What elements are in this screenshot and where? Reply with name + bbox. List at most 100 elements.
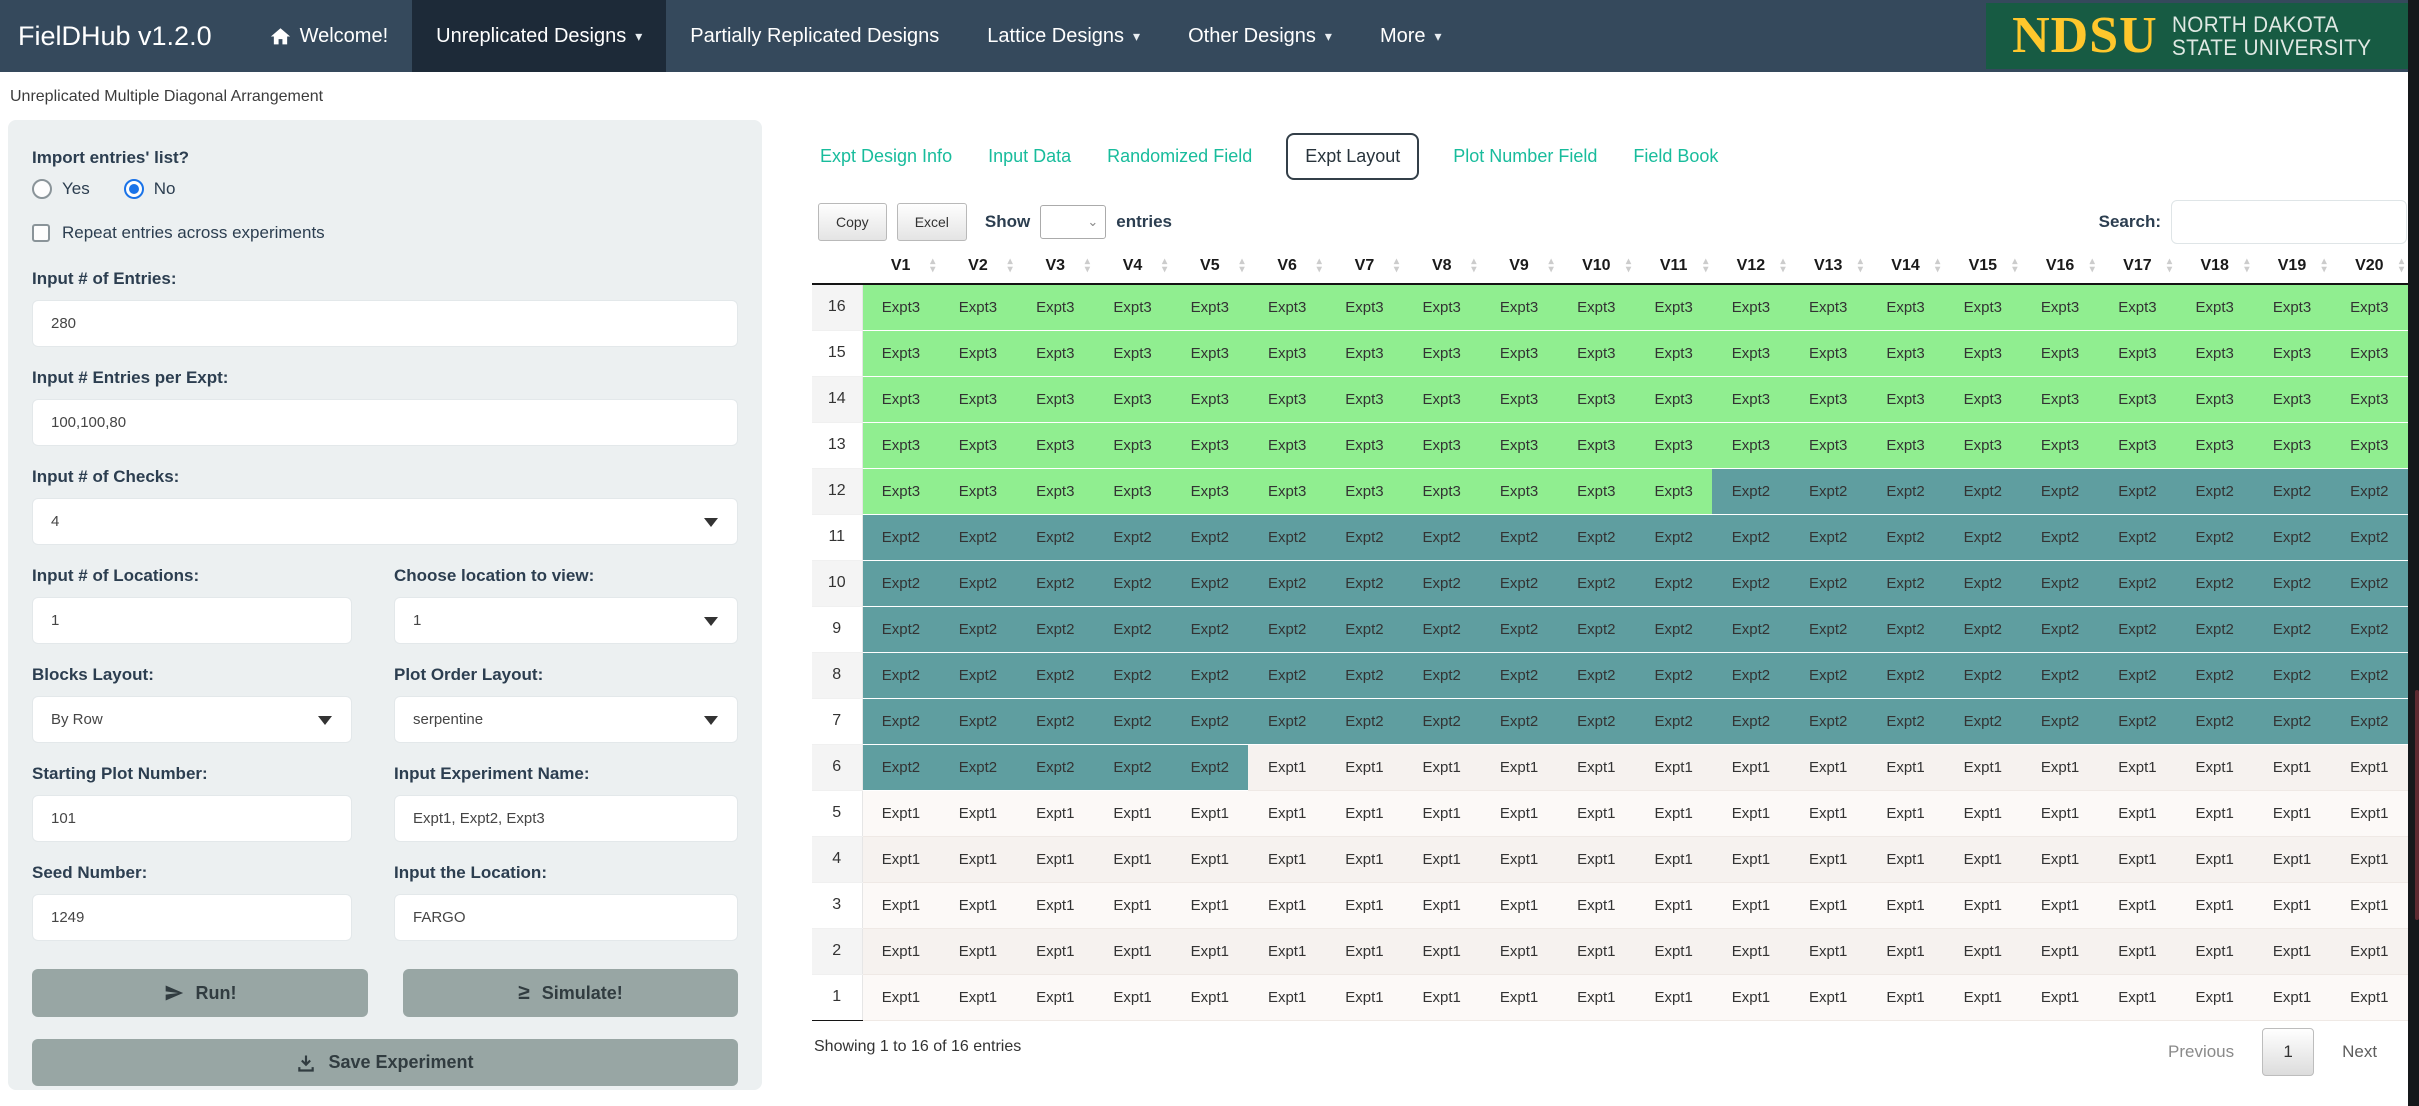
column-header-v2[interactable]: V2▴▾ [939, 248, 1016, 284]
radio-option-no[interactable]: No [124, 179, 176, 199]
plot-cell: Expt1 [1558, 836, 1635, 882]
column-header-v10[interactable]: V10▴▾ [1558, 248, 1635, 284]
plot-cell: Expt3 [1094, 330, 1171, 376]
sort-icon[interactable]: ▴▾ [930, 258, 935, 274]
sort-icon[interactable]: ▴▾ [2012, 258, 2017, 274]
nav-item-other-designs[interactable]: Other Designs▾ [1164, 0, 1356, 72]
chevron-down-icon: ⌄ [1087, 214, 1098, 230]
column-header-v1[interactable]: V1▴▾ [862, 248, 939, 284]
plot-cell: Expt2 [1790, 560, 1867, 606]
column-header-v5[interactable]: V5▴▾ [1171, 248, 1248, 284]
locations-input[interactable] [32, 597, 352, 644]
sort-icon[interactable]: ▴▾ [1626, 258, 1631, 274]
location-view-select[interactable]: 1 [394, 597, 738, 644]
sort-icon[interactable]: ▴▾ [1008, 258, 1013, 274]
sort-icon[interactable]: ▴▾ [2399, 258, 2404, 274]
column-header-v19[interactable]: V19▴▾ [2253, 248, 2330, 284]
app-brand[interactable]: FielDHub v1.2.0 [0, 0, 246, 72]
sort-icon[interactable]: ▴▾ [1703, 258, 1708, 274]
blocks-layout-select[interactable]: By Row [32, 696, 352, 743]
ndsu-university-name: NORTH DAKOTA STATE UNIVERSITY [2172, 13, 2371, 59]
column-header-v13[interactable]: V13▴▾ [1790, 248, 1867, 284]
sort-icon[interactable]: ▴▾ [1317, 258, 1322, 274]
plot-cell: Expt3 [1171, 468, 1248, 514]
sort-icon[interactable]: ▴▾ [2322, 258, 2327, 274]
column-header-v4[interactable]: V4▴▾ [1094, 248, 1171, 284]
column-header-v3[interactable]: V3▴▾ [1017, 248, 1094, 284]
plot-cell: Expt3 [1944, 376, 2021, 422]
sort-icon[interactable]: ▴▾ [1239, 258, 1244, 274]
checks-select[interactable]: 4 [32, 498, 738, 545]
plot-cell: Expt3 [1635, 468, 1712, 514]
sort-icon[interactable]: ▴▾ [1471, 258, 1476, 274]
column-header-v15[interactable]: V15▴▾ [1944, 248, 2021, 284]
column-header-v11[interactable]: V11▴▾ [1635, 248, 1712, 284]
repeat-entries-checkbox[interactable] [32, 224, 50, 242]
nav-item-partially-replicated-designs[interactable]: Partially Replicated Designs [666, 0, 963, 72]
tab-expt-design-info[interactable]: Expt Design Info [818, 134, 954, 179]
column-header-v12[interactable]: V12▴▾ [1712, 248, 1789, 284]
radio-option-yes[interactable]: Yes [32, 179, 90, 199]
page-length-select[interactable]: ⌄ [1040, 205, 1106, 239]
radio-yes-icon[interactable] [32, 179, 52, 199]
simulate-button[interactable]: ≥ Simulate! [403, 969, 738, 1017]
column-header-v18[interactable]: V18▴▾ [2176, 248, 2253, 284]
column-header-v20[interactable]: V20▴▾ [2331, 248, 2408, 284]
window-scrollbar[interactable] [2408, 0, 2419, 1106]
next-page-button[interactable]: Next [2342, 1042, 2377, 1062]
column-header-v7[interactable]: V7▴▾ [1326, 248, 1403, 284]
seed-input[interactable] [32, 894, 352, 941]
sort-icon[interactable]: ▴▾ [1781, 258, 1786, 274]
experiment-name-input[interactable] [394, 795, 738, 842]
sort-icon[interactable]: ▴▾ [2244, 258, 2249, 274]
nav-item-unreplicated-designs[interactable]: Unreplicated Designs▾ [412, 0, 666, 72]
page-1-button[interactable]: 1 [2262, 1028, 2314, 1076]
plot-cell: Expt2 [1403, 652, 1480, 698]
tab-plot-number-field[interactable]: Plot Number Field [1451, 134, 1599, 179]
repeat-entries-checkbox-row[interactable]: Repeat entries across experiments [32, 223, 738, 243]
column-header-v6[interactable]: V6▴▾ [1248, 248, 1325, 284]
radio-no-icon[interactable] [124, 179, 144, 199]
tab-expt-layout[interactable]: Expt Layout [1286, 133, 1419, 180]
plot-cell: Expt3 [1171, 376, 1248, 422]
sort-icon[interactable]: ▴▾ [2167, 258, 2172, 274]
column-header-v16[interactable]: V16▴▾ [2021, 248, 2098, 284]
tab-randomized-field[interactable]: Randomized Field [1105, 134, 1254, 179]
search-input[interactable] [2171, 200, 2407, 244]
copy-button[interactable]: Copy [818, 203, 887, 241]
sort-icon[interactable]: ▴▾ [1858, 258, 1863, 274]
run-button[interactable]: Run! [32, 969, 368, 1017]
plot-cell: Expt2 [2021, 514, 2098, 560]
tab-field-book[interactable]: Field Book [1631, 134, 1720, 179]
plot-cell: Expt3 [1790, 376, 1867, 422]
column-header-v17[interactable]: V17▴▾ [2099, 248, 2176, 284]
plot-cell: Expt1 [2099, 744, 2176, 790]
previous-page-button[interactable]: Previous [2168, 1042, 2234, 1062]
column-header-v8[interactable]: V8▴▾ [1403, 248, 1480, 284]
sort-icon[interactable]: ▴▾ [1549, 258, 1554, 274]
sort-icon[interactable]: ▴▾ [1394, 258, 1399, 274]
entries-per-expt-input[interactable] [32, 399, 738, 446]
plot-order-select[interactable]: serpentine [394, 696, 738, 743]
plot-cell: Expt1 [1403, 928, 1480, 974]
table-row: 8Expt2Expt2Expt2Expt2Expt2Expt2Expt2Expt… [812, 652, 2408, 698]
sort-icon[interactable]: ▴▾ [1935, 258, 1940, 274]
nav-item-lattice-designs[interactable]: Lattice Designs▾ [963, 0, 1164, 72]
nav-item-more[interactable]: More▾ [1356, 0, 1466, 72]
tab-input-data[interactable]: Input Data [986, 134, 1073, 179]
column-header-v14[interactable]: V14▴▾ [1867, 248, 1944, 284]
save-experiment-button[interactable]: Save Experiment [32, 1039, 738, 1086]
navbar-menu: Welcome!Unreplicated Designs▾Partially R… [246, 0, 1466, 72]
location-name-input[interactable] [394, 894, 738, 941]
plot-cell: Expt2 [2176, 698, 2253, 744]
entries-input[interactable] [32, 300, 738, 347]
sort-icon[interactable]: ▴▾ [1085, 258, 1090, 274]
nav-item-welcome[interactable]: Welcome! [246, 0, 413, 72]
plot-cell: Expt2 [1558, 698, 1635, 744]
sort-icon[interactable]: ▴▾ [1162, 258, 1167, 274]
sort-icon[interactable]: ▴▾ [2090, 258, 2095, 274]
column-header-v9[interactable]: V9▴▾ [1480, 248, 1557, 284]
excel-button[interactable]: Excel [897, 203, 967, 241]
starting-plot-input[interactable] [32, 795, 352, 842]
plot-cell: Expt2 [1558, 606, 1635, 652]
